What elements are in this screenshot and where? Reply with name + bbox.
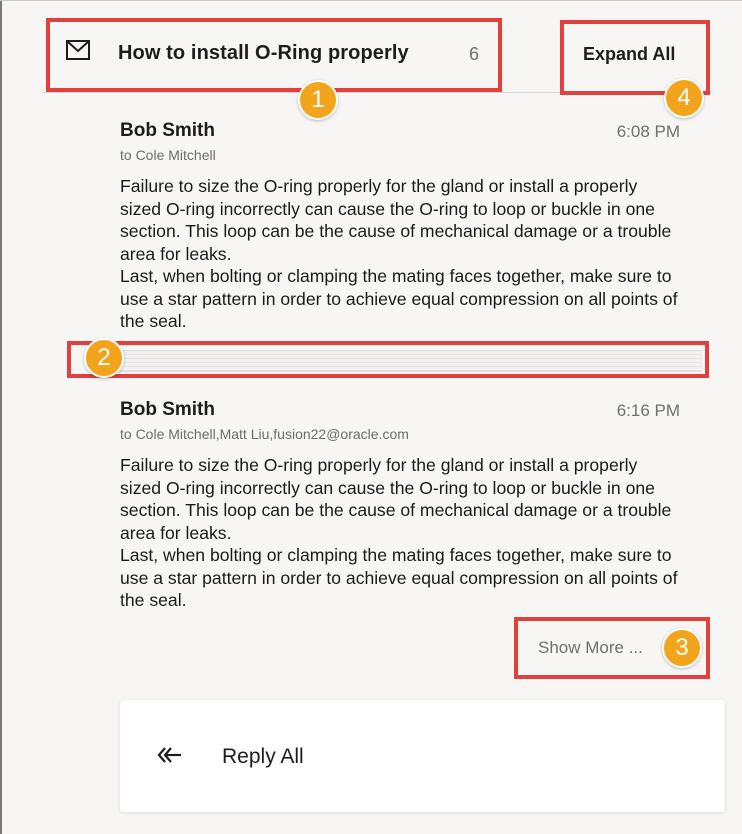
message-body: Failure to size the O-ring properly for …	[120, 454, 680, 612]
body-paragraph: Last, when bolting or clamping the matin…	[120, 545, 678, 610]
reply-all-label: Reply All	[222, 745, 304, 768]
thread-header: How to install O-Ring properly 6 Expand …	[42, 20, 742, 90]
envelope-icon	[66, 40, 90, 60]
message-time: 6:16 PM	[616, 401, 680, 420]
callout-badge-3: 3	[662, 628, 702, 668]
body-paragraph: Last, when bolting or clamping the matin…	[120, 266, 678, 331]
message-2[interactable]: Bob Smith 6:16 PM to Cole Mitchell,Matt …	[120, 399, 680, 612]
reply-all-card[interactable]: Reply All	[120, 700, 725, 812]
conversation-panel: How to install O-Ring properly 6 Expand …	[0, 0, 742, 834]
reply-all-icon	[157, 747, 181, 763]
recipients: to Cole Mitchell	[120, 147, 216, 163]
collapsed-messages-bar[interactable]	[112, 350, 702, 372]
callout-badge-2: 2	[84, 338, 124, 378]
sender-name: Bob Smith	[120, 399, 215, 420]
panel-border-top	[0, 0, 742, 1]
body-paragraph: Failure to size the O-ring properly for …	[120, 455, 672, 543]
callout-badge-1: 1	[298, 80, 338, 120]
thread-title: How to install O-Ring properly	[118, 42, 409, 64]
show-more-link[interactable]: Show More ...	[538, 638, 643, 658]
message-time: 6:08 PM	[616, 122, 680, 141]
message-count: 6	[469, 44, 480, 64]
recipients: to Cole Mitchell,Matt Liu,fusion22@oracl…	[120, 426, 409, 442]
message-body: Failure to size the O-ring properly for …	[120, 175, 680, 333]
message-1[interactable]: Bob Smith 6:08 PM to Cole Mitchell Failu…	[120, 120, 680, 333]
sender-name: Bob Smith	[120, 120, 215, 141]
header-divider	[42, 92, 712, 93]
body-paragraph: Failure to size the O-ring properly for …	[120, 176, 672, 264]
expand-all-button[interactable]: Expand All	[583, 44, 675, 65]
callout-badge-4: 4	[664, 78, 704, 118]
panel-border-left	[0, 0, 2, 834]
